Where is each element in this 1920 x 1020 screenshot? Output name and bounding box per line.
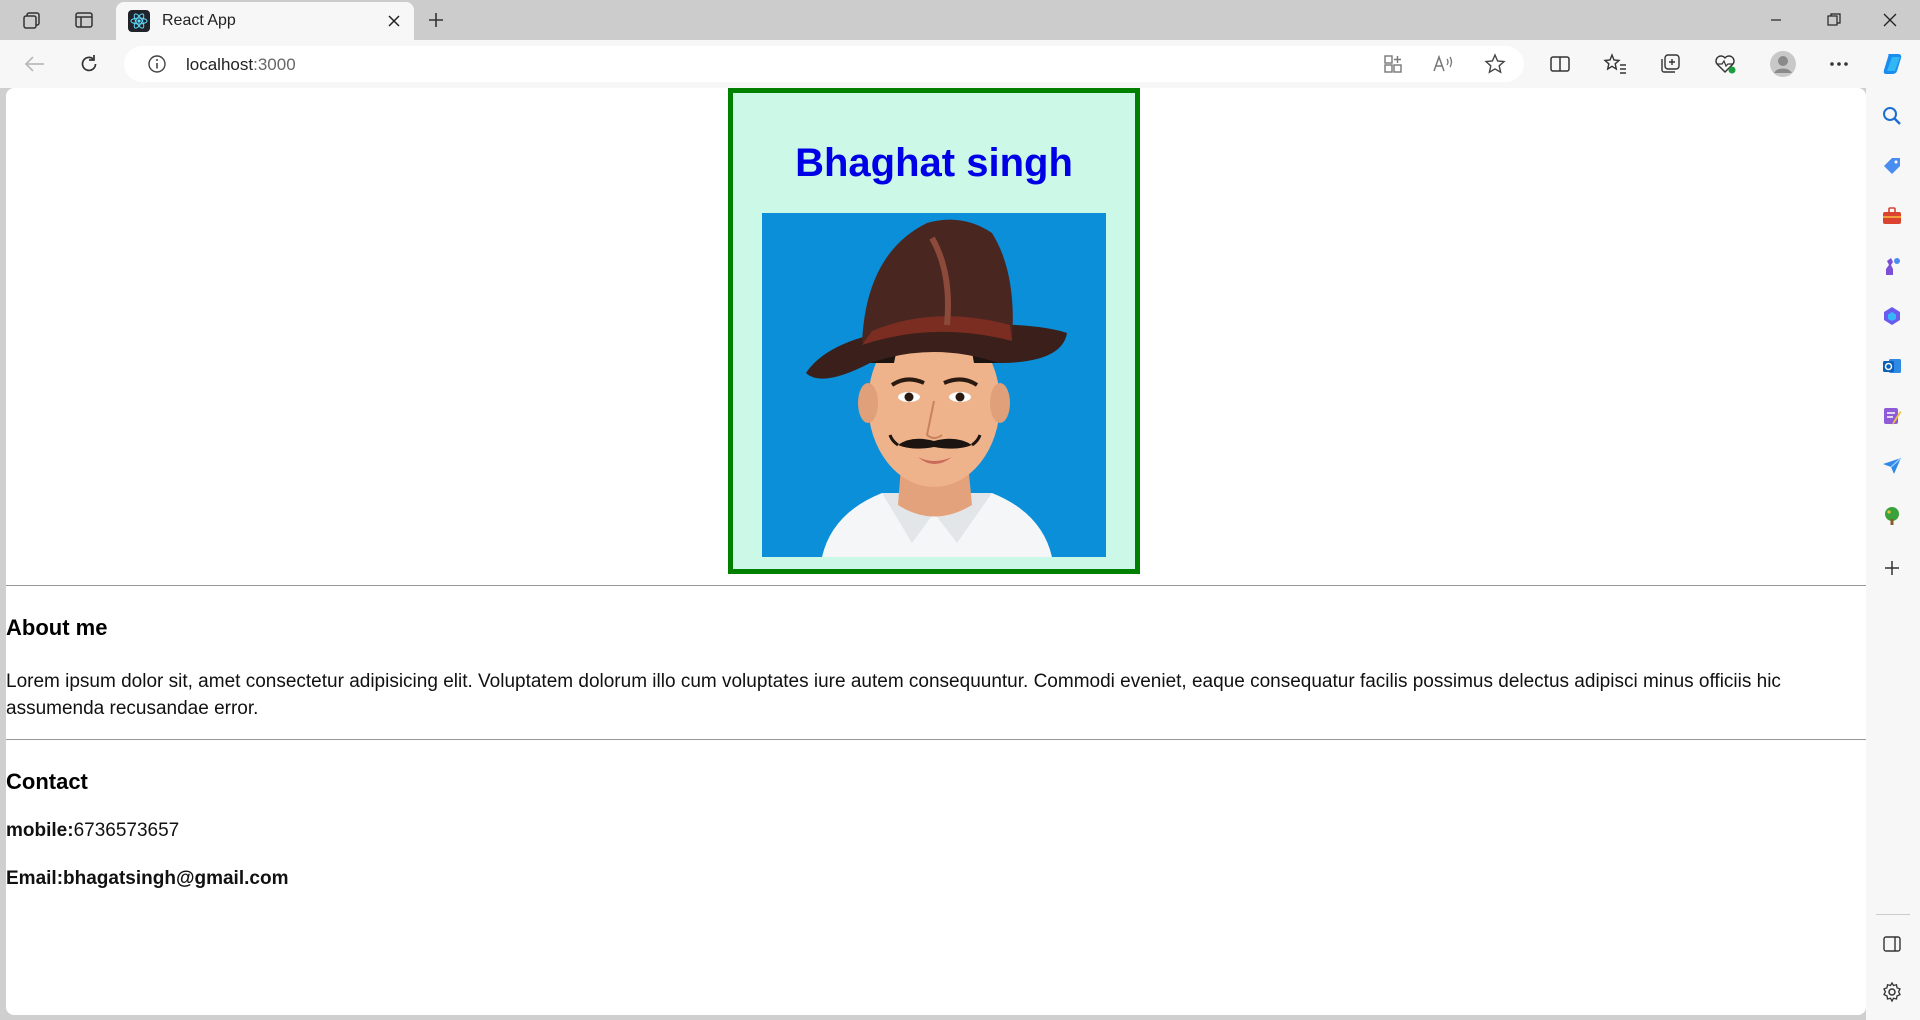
profile-card: Bhaghat singh [728, 88, 1140, 574]
refresh-icon[interactable] [74, 50, 104, 78]
avatar-icon[interactable] [1768, 50, 1798, 78]
read-aloud-icon[interactable] [1430, 52, 1456, 76]
browser-toolbar: localhost:3000 [0, 40, 1920, 88]
tab-title: React App [162, 12, 236, 29]
info-icon[interactable] [144, 52, 170, 76]
edge-sidebar [1866, 88, 1920, 1020]
url-text[interactable]: localhost:3000 [186, 55, 296, 75]
restore-icon[interactable] [1814, 6, 1854, 34]
settings-gear-icon[interactable] [1878, 978, 1906, 1006]
microsoft-365-icon[interactable] [1878, 302, 1906, 330]
sidebar-divider [1876, 914, 1910, 915]
mobile-label: mobile: [6, 820, 74, 841]
close-window-icon[interactable] [1870, 6, 1910, 34]
heart-pulse-icon[interactable] [1710, 50, 1740, 78]
contact-heading: Contact [6, 769, 88, 794]
split-screen-icon[interactable] [1545, 50, 1575, 78]
apps-icon[interactable] [1380, 52, 1406, 76]
about-heading: About me [6, 615, 108, 640]
more-icon[interactable] [1824, 50, 1854, 78]
about-paragraph: Lorem ipsum dolor sit, amet consectetur … [6, 671, 1781, 719]
toolbox-icon[interactable] [1878, 202, 1906, 230]
workspaces-icon[interactable] [18, 8, 46, 32]
close-tab-icon[interactable] [382, 9, 406, 33]
portrait-image [762, 213, 1106, 557]
back-arrow-icon[interactable] [20, 50, 50, 78]
minimize-icon[interactable] [1756, 6, 1796, 34]
outlook-icon[interactable] [1878, 352, 1906, 380]
mobile-number: 6736573657 [73, 820, 180, 841]
hide-sidebar-icon[interactable] [1878, 930, 1906, 958]
tree-icon[interactable] [1878, 502, 1906, 530]
games-icon[interactable] [1878, 252, 1906, 280]
tag-icon[interactable] [1878, 152, 1906, 180]
page-viewport: Bhaghat singh About me Lorem ipsum dolor… [6, 88, 1866, 1015]
address-bar[interactable]: localhost:3000 [124, 46, 1524, 82]
designer-icon[interactable] [1878, 402, 1906, 430]
divider [6, 585, 1866, 586]
send-icon[interactable] [1878, 452, 1906, 480]
email-line: Email:bhagatsingh@gmail.com [6, 868, 289, 889]
divider [6, 739, 1866, 740]
mobile-line: mobile:6736573657 [6, 820, 179, 842]
search-icon[interactable] [1878, 102, 1906, 130]
react-logo-icon [128, 10, 150, 32]
browser-tab[interactable]: React App [116, 2, 414, 40]
plus-icon[interactable] [422, 6, 450, 34]
favorites-icon[interactable] [1600, 50, 1630, 78]
tab-actions-icon[interactable] [70, 8, 98, 32]
card-title: Bhaghat singh [795, 141, 1073, 185]
star-icon[interactable] [1482, 52, 1508, 76]
tab-strip: React App [0, 0, 1920, 40]
plus-icon[interactable] [1878, 554, 1906, 582]
copilot-icon[interactable] [1878, 50, 1908, 78]
collections-icon[interactable] [1655, 50, 1685, 78]
